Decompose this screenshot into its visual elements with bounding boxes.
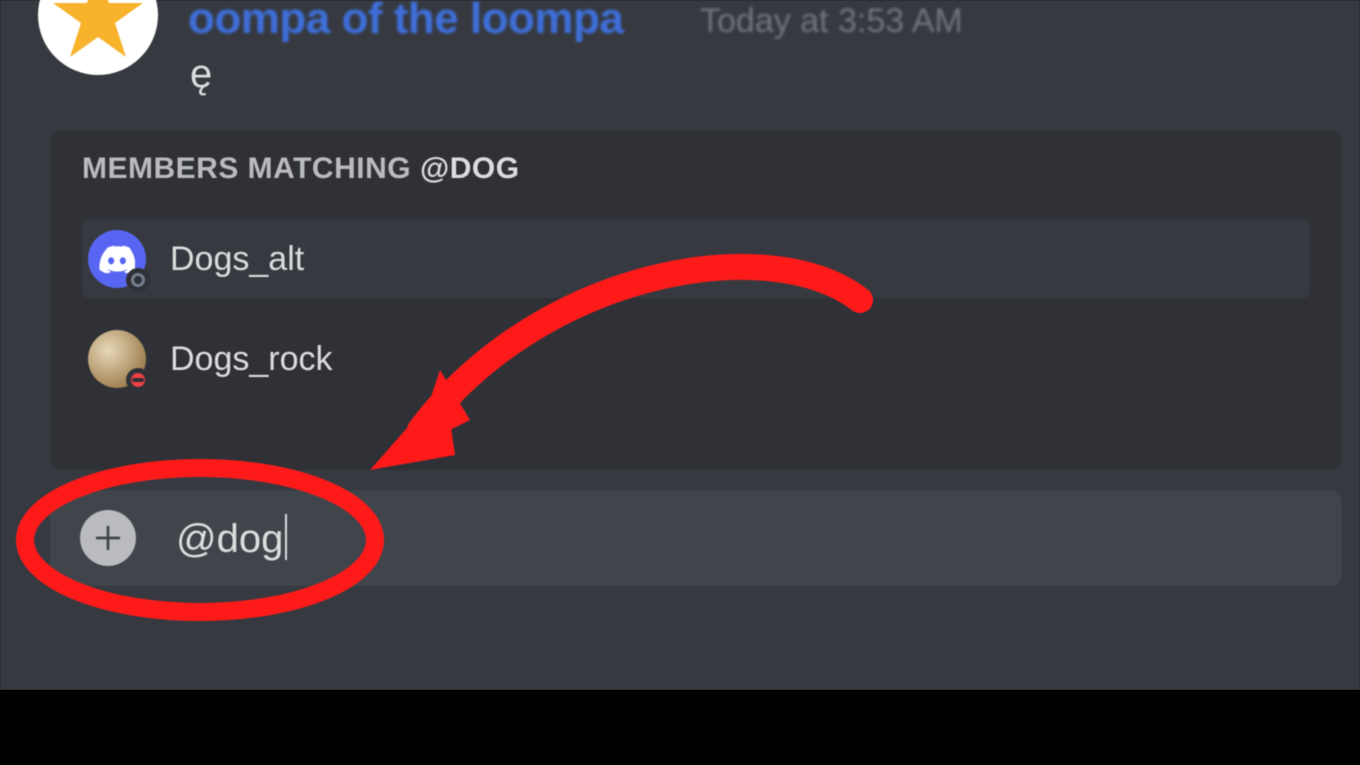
autocomplete-item[interactable]: Dogs_rock bbox=[82, 320, 1310, 398]
autocomplete-item[interactable]: Dogs_alt bbox=[82, 220, 1310, 298]
attach-button[interactable] bbox=[80, 510, 136, 566]
autocomplete-header: MEMBERS MATCHING @dog bbox=[82, 152, 520, 186]
message-author-avatar[interactable] bbox=[38, 0, 158, 75]
status-offline-icon bbox=[126, 268, 150, 292]
message-timestamp: Today at 3:53 AM bbox=[700, 2, 963, 41]
autocomplete-item-name: Dogs_alt bbox=[170, 240, 304, 279]
autocomplete-item-name: Dogs_rock bbox=[170, 340, 333, 379]
autocomplete-header-prefix: MEMBERS MATCHING bbox=[82, 152, 420, 185]
message-input-bar[interactable]: @dog bbox=[50, 490, 1342, 586]
message-input-text[interactable]: @dog bbox=[176, 514, 287, 562]
message-author-name[interactable]: oompa of the loompa bbox=[188, 0, 623, 44]
message-input-value: @dog bbox=[176, 517, 283, 561]
message-content: ę bbox=[190, 52, 212, 97]
discord-logo-icon bbox=[99, 245, 135, 273]
text-caret bbox=[285, 514, 287, 560]
autocomplete-header-query: @dog bbox=[420, 152, 520, 185]
status-dnd-icon bbox=[126, 368, 150, 392]
star-icon bbox=[48, 0, 148, 65]
plus-icon bbox=[92, 522, 124, 554]
member-avatar bbox=[88, 230, 146, 288]
discord-chat-area: oompa of the loompa Today at 3:53 AM ę M… bbox=[0, 0, 1360, 690]
letterbox-bottom bbox=[0, 690, 1360, 765]
mention-autocomplete-panel: MEMBERS MATCHING @dog Dogs_alt Dogs_rock bbox=[50, 130, 1342, 470]
member-avatar bbox=[88, 330, 146, 388]
chat-message: oompa of the loompa Today at 3:53 AM ę bbox=[0, 0, 1360, 120]
